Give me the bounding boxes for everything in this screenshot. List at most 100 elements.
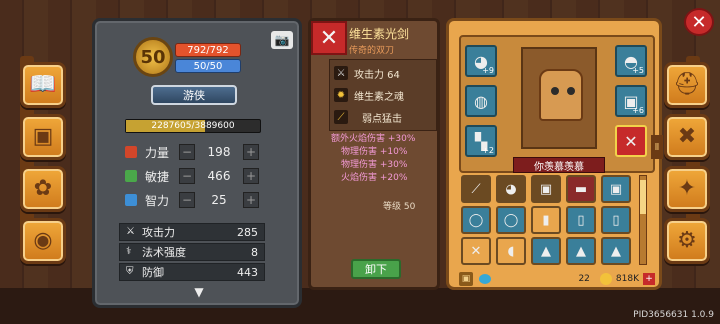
decrease-attribute-button[interactable]: − <box>179 144 195 160</box>
item-stat-text: 维生素之魂 <box>354 91 404 103</box>
inventory-grid: ⟋ ◕ ▣ ▬ ▣ ◯ ◯ ▮ ▯ ▯ ✕ ◖ ▲ ▲ ▲ <box>461 175 647 267</box>
inventory-scrollbar[interactable] <box>639 175 647 265</box>
book-icon: 📖 <box>29 72 57 97</box>
inventory-item-icon: ⟋ <box>471 181 481 197</box>
attribute-value: 198 <box>207 145 231 159</box>
attribute-value: 25 <box>211 193 227 207</box>
attribute-row: 敏捷 −466 + <box>125 167 265 185</box>
right-nav-button-1[interactable]: ✖ <box>664 114 710 160</box>
inventory-item-icon: ▣ <box>539 181 553 197</box>
inventory-slot[interactable]: ▬ <box>566 175 596 203</box>
close-button[interactable]: ✕ <box>684 8 714 36</box>
item-level: 等级 50 <box>383 202 416 212</box>
armor-slot[interactable]: ◓ +5 <box>615 45 647 77</box>
inventory-slot[interactable]: ▣ <box>531 175 561 203</box>
inventory-slot[interactable]: ▯ <box>601 206 631 234</box>
decrease-attribute-button[interactable]: − <box>179 192 195 208</box>
right-nav-button-0[interactable]: ⛑ <box>664 62 710 108</box>
more-stats-chevron-icon[interactable]: ▼ <box>183 286 215 298</box>
screenshot-button[interactable]: 📷 <box>271 31 293 49</box>
inventory-slot[interactable]: ▲ <box>566 237 596 265</box>
item-stat-text: 弱点猛击 <box>362 113 402 125</box>
attribute-name: 力量 <box>145 145 170 160</box>
item-icon-glyph: ✕ <box>319 25 339 51</box>
attribute-icon <box>125 170 137 182</box>
amulet-slot[interactable]: ◍ <box>465 85 497 117</box>
derived-stat-row: ⚔ 攻击力 285 <box>119 223 265 241</box>
attribute-row: 力量 −198 + <box>125 143 265 161</box>
upgrade-badge: +6 <box>632 106 644 115</box>
derived-stat-row: ⛨ 防御 443 <box>119 263 265 281</box>
helmet-slot[interactable]: ◕ +9 <box>465 45 497 77</box>
character-stats-panel: 50 792/792 50/50 📷 游侠 2287605/3889600 力量… <box>92 18 302 308</box>
inventory-item-icon: ◯ <box>468 212 484 228</box>
equipment-area: ◕ +9 ◍ ▚ +2 ◓ +5 ▣ +6 ✕ 你羡慕羡慕 Ⅱ <box>459 35 663 173</box>
unequip-label: 卸下 <box>365 263 387 276</box>
derived-stat-icon: ⚕ <box>126 246 132 257</box>
inventory-slot[interactable]: ▯ <box>566 206 596 234</box>
item-bonus: 物理伤害 +30% <box>341 160 408 170</box>
item-detail-panel: ✕ 维生素光剑 传奇的双刀 ⚔ 攻击力 64 ✹ 维生素之魂 ⟋ 弱点猛击 等级 50 卸… <box>308 18 440 290</box>
attribute-value: 466 <box>207 169 231 183</box>
currency-bar: ▣ 22 818K + <box>459 271 655 287</box>
inventory-slot[interactable]: ▲ <box>601 237 631 265</box>
switch-set-tab[interactable]: Ⅱ <box>651 135 663 159</box>
left-nav-button-1[interactable]: ▣ <box>20 114 66 160</box>
gloves-slot[interactable]: ▚ +2 <box>465 125 497 157</box>
gem-icon <box>479 274 491 284</box>
weapon-slot[interactable]: ✕ <box>615 125 647 157</box>
item-stat-icon: ✹ <box>334 88 348 102</box>
derived-stat-name: 防御 <box>142 266 164 279</box>
left-nav-button-0[interactable]: 📖 <box>20 62 66 108</box>
hp-value: 792/792 <box>187 44 229 56</box>
inventory-slot[interactable]: ✕ <box>461 237 491 265</box>
inventory-item-icon: ◯ <box>503 212 519 228</box>
increase-attribute-button[interactable]: + <box>243 192 259 208</box>
right-nav-button-2[interactable]: ✦ <box>664 166 710 212</box>
unequip-button[interactable]: 卸下 <box>351 259 401 279</box>
add-gold-button[interactable]: + <box>643 273 655 285</box>
inventory-item-icon: ▲ <box>541 243 551 259</box>
scroll-thumb[interactable] <box>640 180 646 214</box>
increase-attribute-button[interactable]: + <box>243 144 259 160</box>
inventory-item-icon: ▬ <box>574 181 588 197</box>
equipment-panel: ◕ +9 ◍ ▚ +2 ◓ +5 ▣ +6 ✕ 你羡慕羡慕 Ⅱ ⟋ ◕ ▣ ▬ ▣ ◯ ◯ ▮ ▯ ▯ ✕ ◖ ▲ ▲ ▲ ▣… <box>446 18 663 290</box>
pet-name: 你羡慕羡慕 <box>534 161 584 173</box>
left-nav-button-2[interactable]: ✿ <box>20 166 66 212</box>
pet-eye-right <box>567 87 575 95</box>
derived-stat-name: 法术强度 <box>142 246 186 259</box>
attribute-icon <box>125 194 137 206</box>
left-nav-button-3[interactable]: ◉ <box>20 218 66 264</box>
item-stat-row: ✹ 维生素之魂 <box>334 86 436 104</box>
derived-stat-row: ⚕ 法术强度 8 <box>119 243 265 261</box>
mp-value: 50/50 <box>193 60 223 72</box>
level-value: 50 <box>140 46 166 68</box>
upgrade-badge: +5 <box>632 66 644 75</box>
lock-icon[interactable]: ▣ <box>459 272 473 286</box>
inventory-slot[interactable]: ◕ <box>496 175 526 203</box>
item-bonus: 物理伤害 +10% <box>341 147 408 157</box>
inventory-slot[interactable]: ◯ <box>461 206 491 234</box>
derived-stat-name: 攻击力 <box>142 226 175 239</box>
inventory-slot[interactable]: ▲ <box>531 237 561 265</box>
right-nav-button-3[interactable]: ⚙ <box>664 218 710 264</box>
inventory-slot[interactable]: ◖ <box>496 237 526 265</box>
increase-attribute-button[interactable]: + <box>243 168 259 184</box>
gold-coin-icon <box>599 273 612 285</box>
weapon-icon: ✕ <box>624 131 638 151</box>
helmet-icon: ⛑ <box>673 72 701 97</box>
boots-slot[interactable]: ▣ +6 <box>615 85 647 117</box>
item-bonus: 火焰伤害 +20% <box>341 173 408 183</box>
inventory-slot[interactable]: ▮ <box>531 206 561 234</box>
item-stat-icon: ⚔ <box>334 66 348 80</box>
inventory-slot[interactable]: ⟋ <box>461 175 491 203</box>
class-button[interactable]: 游侠 <box>151 85 237 105</box>
inventory-slot[interactable]: ◯ <box>496 206 526 234</box>
derived-stat-value: 8 <box>251 245 258 259</box>
inventory-slot[interactable]: ▣ <box>601 175 631 203</box>
derived-stat-value: 443 <box>237 265 258 279</box>
build-id: PID3656631 1.0.9 <box>633 310 714 320</box>
decrease-attribute-button[interactable]: − <box>179 168 195 184</box>
pet-name-tag: 你羡慕羡慕 <box>513 157 605 173</box>
item-stat-text: 攻击力 64 <box>354 69 400 81</box>
